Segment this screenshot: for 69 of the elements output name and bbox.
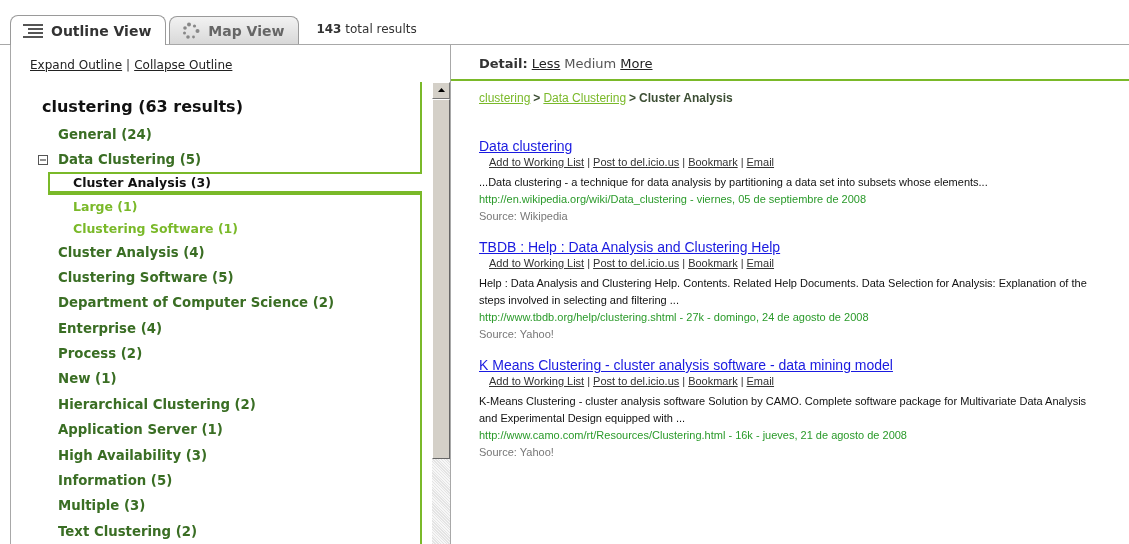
outline-link[interactable]: Collapse Outline [134,58,233,82]
separator: | [587,156,591,168]
tree-item[interactable]: Process (2) [48,340,420,367]
detail-option[interactable]: More [620,56,653,71]
tree-item[interactable]: Information (5) [48,467,420,494]
dots-icon [182,21,201,40]
result-source: Source: Wikipedia [479,209,569,224]
separator: | [740,375,744,387]
result-action-link[interactable]: Email [746,156,775,168]
tree-item[interactable]: Clustering Software (5) [48,264,420,291]
result-action-link[interactable]: Post to del.icio.us [593,257,680,269]
result-snippet: Help : Data Analysis and Clustering Help. Contents. Related Help Documents. Data Selection for Analysis: Explanation of the steps involved in selecting and filtering ... [479,276,1088,308]
collapse-icon[interactable] [38,154,48,165]
outline-icon [23,23,43,38]
result-source: Source: Yahoo! [479,445,555,460]
tree-item[interactable]: Cluster Analysis (3) [48,172,422,194]
separator: | [740,156,744,168]
result-action-link[interactable]: Add to Working List [489,375,585,387]
tab[interactable]: Outline View [10,15,167,45]
result-action-link[interactable]: Add to Working List [489,257,585,269]
result-title-link[interactable]: TBDB : Help : Data Analysis and Clustering Help [479,239,781,255]
separator: | [682,257,686,269]
result-action-link[interactable]: Bookmark [688,156,738,168]
tree-item[interactable]: Cluster Analysis (4) [48,239,420,265]
result-action-link[interactable]: Post to del.icio.us [593,375,680,387]
tree-item[interactable]: Data Clustering (5) [11,146,420,173]
separator: | [587,257,591,269]
result-title-link[interactable]: Data clustering [479,138,573,154]
tree-item[interactable]: Hierarchical Clustering (2) [48,391,420,418]
result-action-link[interactable]: Post to del.icio.us [593,156,680,168]
outline-link[interactable]: Expand Outline [30,58,123,82]
up-arrow-icon [437,88,445,93]
scroll-up-button[interactable] [432,81,450,99]
tree-item[interactable]: Multiple (3) [48,493,420,519]
separator: | [126,58,131,74]
scrollbar[interactable] [432,81,450,544]
result-title-link[interactable]: K Means Clustering - cluster analysis software - data mining model [479,357,893,373]
result-action-link[interactable]: Email [746,257,775,269]
tree-item[interactable]: High Availability (3) [48,442,420,468]
separator: | [682,375,686,387]
tab[interactable]: Map View [169,16,300,44]
result-action-link[interactable]: Bookmark [688,375,738,387]
tree-item[interactable]: Text Clustering (2) [48,518,420,544]
tree-item[interactable]: Department of Computer Science (2) [48,290,420,316]
separator: | [587,375,591,387]
result-snippet: ...Data clustering - a technique for data analysis by partitioning a data set into subsets whose elements... [479,175,989,190]
tree-item[interactable]: New (1) [48,366,420,392]
separator: | [682,156,686,168]
result-url: http://www.tbdb.org/help/clustering.shtml - 27k - domingo, 24 de agosto de 2008 [479,310,870,325]
breadcrumb-current: Cluster Analysis [639,91,733,105]
result-url: http://www.camo.com/rt/Resources/Clustering.html - 16k - jueves, 21 de agosto de 2008 [479,428,908,443]
detail-option[interactable]: Medium [564,56,617,71]
result-action-link[interactable]: Add to Working List [489,156,585,168]
tree-item[interactable]: General (24) [11,121,420,147]
separator: | [740,257,744,269]
tree-item[interactable]: Enterprise (4) [48,315,420,341]
separator: > [629,91,637,105]
result-action-link[interactable]: Bookmark [688,257,738,269]
tree-item[interactable]: Application Server (1) [48,417,420,443]
result-source: Source: Yahoo! [479,327,555,342]
detail-option[interactable]: Less [531,56,561,71]
result-url: http://en.wikipedia.org/wiki/Data_clustering - viernes, 05 de septiembre de 2008 [479,192,868,207]
result-action-link[interactable]: Email [746,375,775,387]
tree-root: clustering (63 results) [41,96,244,119]
results-count: 143 total results [316,22,417,36]
scroll-thumb[interactable] [432,98,450,459]
result-snippet: K-Means Clustering - cluster analysis software Solution by CAMO. Complete software package for Multivariate Data Analysis and Experimental Design equipped with ... [479,394,1088,426]
detail-label: Detail: [479,56,528,71]
separator: > [533,91,541,105]
